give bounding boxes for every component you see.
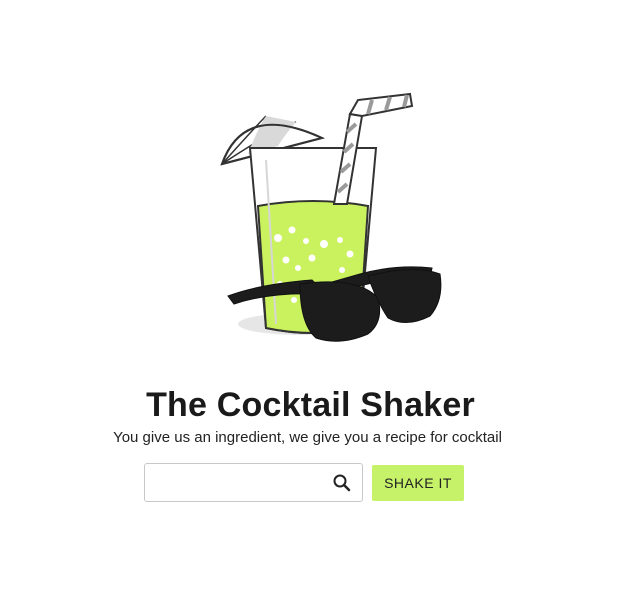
search-icon[interactable] bbox=[332, 473, 352, 493]
cocktail-hero-icon bbox=[220, 92, 442, 342]
cocktail-illustration bbox=[200, 88, 450, 350]
ingredient-search-input[interactable] bbox=[145, 464, 321, 501]
page-tagline: You give us an ingredient, we give you a… bbox=[113, 429, 502, 446]
shake-it-button[interactable]: SHAKE IT bbox=[372, 465, 464, 501]
search-box bbox=[144, 463, 363, 502]
page-title: The Cocktail Shaker bbox=[146, 386, 475, 424]
landing-page: The Cocktail Shaker You give us an ingre… bbox=[0, 0, 621, 605]
